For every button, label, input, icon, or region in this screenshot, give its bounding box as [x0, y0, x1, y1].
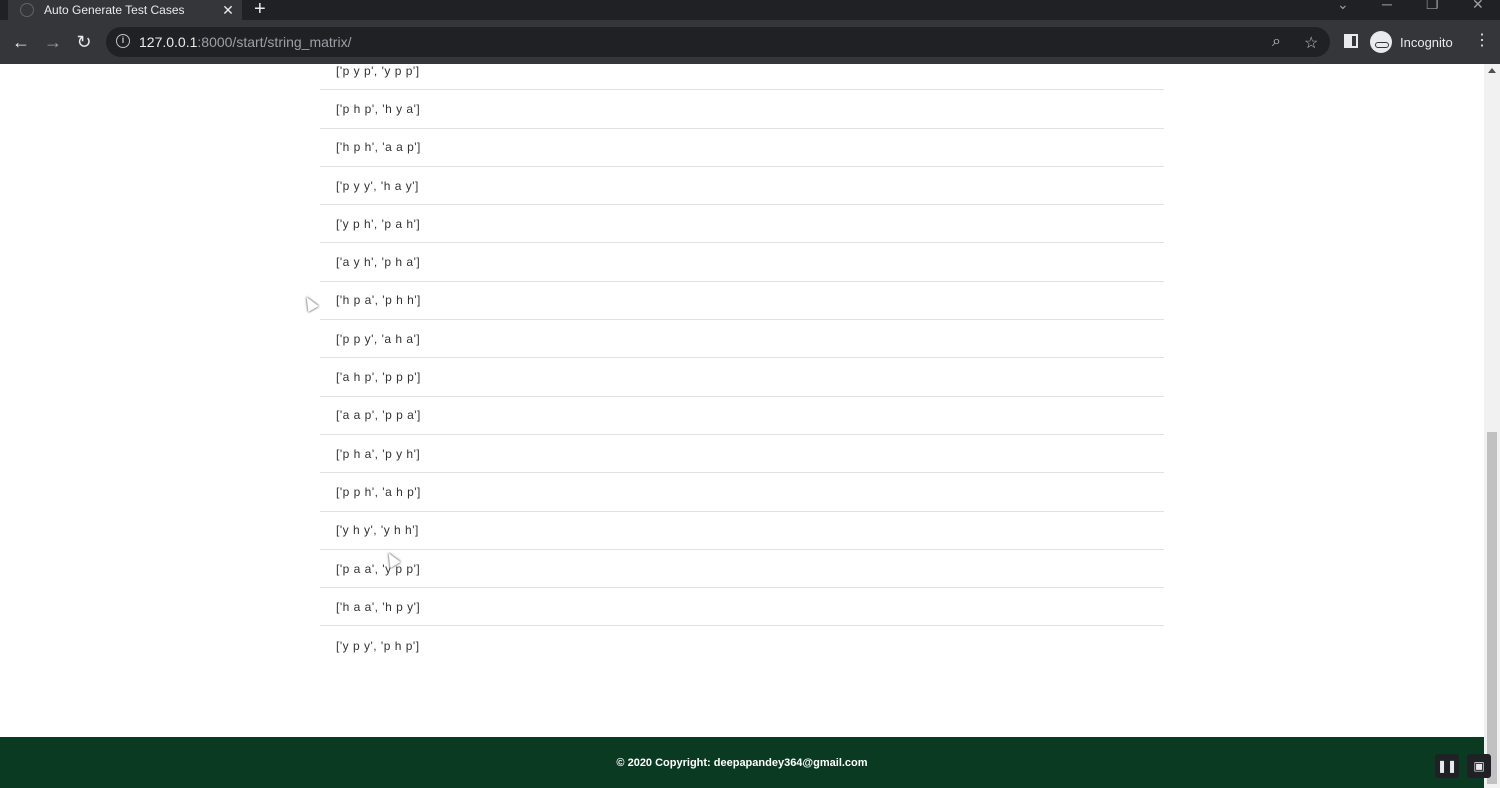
list-item-text: ['p h p', 'h y a']	[336, 101, 421, 116]
restore-icon[interactable]: ❐	[1426, 0, 1439, 13]
list-item-text: ['a a p', 'p p a']	[336, 408, 421, 423]
list-item: ['y p h', 'p a h']	[320, 205, 1164, 244]
list-item-text: ['p p h', 'a h p']	[336, 484, 421, 499]
list-item: ['p p y', 'a h a']	[320, 320, 1164, 359]
list-item: ['h p a', 'p h h']	[320, 282, 1164, 321]
incognito-icon	[1370, 31, 1392, 53]
scrollbar-thumb[interactable]	[1487, 432, 1497, 784]
list-item: ['p y y', 'h a y']	[320, 167, 1164, 206]
scroll-up-arrow-icon[interactable]	[1488, 68, 1496, 73]
list-item-text: ['y h y', 'y h h']	[336, 523, 419, 538]
forward-icon[interactable]: →	[41, 30, 65, 54]
incognito-label: Incognito	[1400, 34, 1453, 50]
screen-share-icon[interactable]: ▣	[1467, 754, 1491, 778]
list-item: ['a h p', 'p p p']	[320, 358, 1164, 397]
star-icon[interactable]: ☆	[1304, 33, 1318, 53]
list-item: ['p a a', 'y p p']	[320, 550, 1164, 589]
pause-icon[interactable]: ❚❚	[1435, 754, 1459, 778]
list-item-text: ['p h a', 'p y h']	[336, 446, 421, 461]
url-text[interactable]: 127.0.0.1:8000/start/string_matrix/	[139, 34, 351, 50]
zoom-icon[interactable]: ⌕	[1272, 33, 1281, 51]
list-item: ['h a a', 'h p y']	[320, 588, 1164, 627]
list-item-text: ['p p y', 'a h a']	[336, 331, 421, 346]
list-item: ['p h a', 'p y h']	[320, 435, 1164, 474]
page-content: ['p y p', 'y p p'] ['p h p', 'h y a'] ['…	[0, 64, 1484, 788]
list-item: ['y p y', 'p h p']	[320, 626, 1164, 664]
reload-icon[interactable]: ↻	[72, 30, 96, 54]
list-item-text: ['a h p', 'p p p']	[336, 370, 421, 385]
list-item: ['y h y', 'y h h']	[320, 512, 1164, 550]
list-item-text: ['y p h', 'p a h']	[336, 216, 421, 231]
copyright-text: © 2020 Copyright: deepapandey364@gmail.c…	[616, 756, 868, 769]
list-item: ['p h p', 'h y a']	[320, 90, 1164, 129]
list-item-text: ['p a a', 'y p p']	[336, 561, 421, 576]
back-icon[interactable]: ←	[9, 30, 33, 54]
list-item: ['h p h', 'a a p']	[320, 129, 1164, 167]
tab-strip: Auto Generate Test Cases ✕ + ⌄ ─ ❐ ✕	[0, 0, 1500, 20]
page-footer: © 2020 Copyright: deepapandey364@gmail.c…	[0, 737, 1484, 788]
vertical-scrollbar[interactable]	[1484, 64, 1500, 788]
close-icon[interactable]: ✕	[218, 2, 238, 19]
menu-icon[interactable]: ⋮	[1474, 30, 1490, 50]
list-item-text: ['h a a', 'h p y']	[336, 599, 421, 614]
list-item-text: ['h p h', 'a a p']	[336, 140, 421, 155]
tab-search-icon[interactable]: ⌄	[1337, 0, 1349, 13]
list-item: ['a y h', 'p h a']	[320, 243, 1164, 282]
window-close-icon[interactable]: ✕	[1472, 0, 1484, 13]
list-item: ['a a p', 'p p a']	[320, 397, 1164, 435]
list-item-text: ['a y h', 'p h a']	[336, 255, 421, 270]
incognito-indicator[interactable]: Incognito	[1370, 29, 1453, 55]
list-item: ['p p h', 'a h p']	[320, 473, 1164, 512]
list-item-text: ['h p a', 'p h h']	[336, 293, 421, 308]
list-item-text: ['p y y', 'h a y']	[336, 178, 419, 193]
url-path: :8000/start/string_matrix/	[197, 34, 352, 50]
browser-tab[interactable]: Auto Generate Test Cases ✕	[8, 0, 242, 20]
globe-icon	[20, 3, 34, 17]
minimize-icon[interactable]: ─	[1382, 0, 1392, 12]
list-item-text: ['p y p', 'y p p']	[336, 63, 420, 78]
list-item-text: ['y p y', 'p h p']	[336, 638, 420, 653]
list-item: ['p y p', 'y p p']	[320, 52, 1164, 91]
info-icon[interactable]: i	[116, 34, 130, 48]
result-list: ['p y p', 'y p p'] ['p h p', 'h y a'] ['…	[320, 52, 1164, 665]
url-host: 127.0.0.1	[139, 34, 198, 50]
side-panel-icon[interactable]	[1344, 34, 1358, 48]
tab-title: Auto Generate Test Cases	[44, 3, 185, 17]
plus-icon[interactable]: +	[254, 0, 266, 21]
